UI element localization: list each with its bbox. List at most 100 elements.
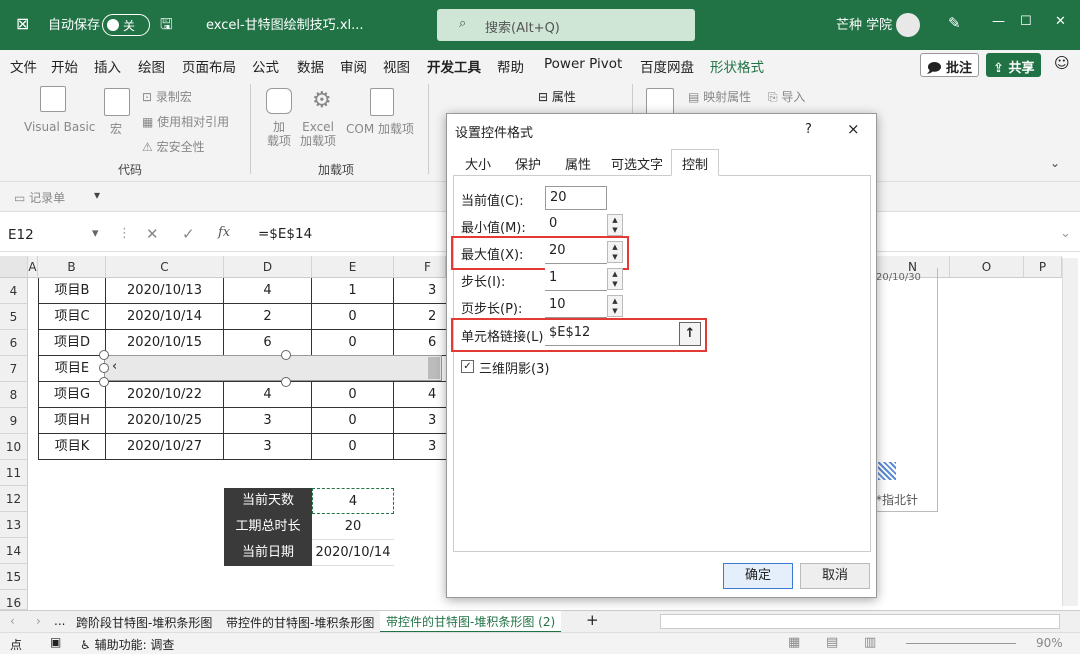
col-header-o[interactable]: O	[950, 256, 1024, 278]
col-header-d[interactable]: D	[224, 256, 312, 278]
menu-view[interactable]: 视图	[383, 56, 410, 76]
menu-draw[interactable]: 绘图	[138, 56, 165, 76]
table-cell-b[interactable]: 项目C	[38, 304, 106, 330]
row-header[interactable]: 16	[0, 590, 28, 610]
page-step-spinner[interactable]: ▲ ▼	[607, 295, 623, 317]
page-break-view-icon[interactable]: ▥	[864, 635, 876, 650]
menu-developer[interactable]: 开发工具	[427, 56, 481, 80]
table-cell-b[interactable]: 项目E	[38, 356, 106, 382]
table-cell-c[interactable]: 2020/10/22	[106, 382, 224, 408]
current-value-input[interactable]: 20	[545, 186, 607, 210]
resize-handle-tl[interactable]	[99, 350, 109, 360]
fx-icon[interactable]: fx	[218, 225, 230, 240]
table-cell-e[interactable]: 0	[312, 330, 394, 356]
macro-button[interactable]: 宏	[110, 120, 122, 137]
tab-alt-text[interactable]: 可选文字	[611, 154, 663, 173]
info-value-current-date[interactable]: 2020/10/14	[312, 540, 394, 566]
menu-baidu[interactable]: 百度网盘	[640, 56, 694, 76]
step-input[interactable]: 1	[545, 267, 607, 291]
table-cell-e[interactable]: 0	[312, 382, 394, 408]
table-cell-e[interactable]: 0	[312, 434, 394, 460]
table-cell-e[interactable]: 1	[312, 278, 394, 304]
row-header[interactable]: 12	[0, 486, 28, 512]
row-header[interactable]: 6	[0, 330, 28, 356]
table-cell-d[interactable]: 6	[224, 330, 312, 356]
row-header[interactable]: 11	[0, 460, 28, 486]
import-button[interactable]: ⎘ 导入	[768, 88, 805, 105]
col-header-p[interactable]: P	[1024, 256, 1062, 278]
maximize-button[interactable]: ☐	[1020, 14, 1032, 29]
zoom-level[interactable]: 90%	[1036, 636, 1063, 650]
menu-insert[interactable]: 插入	[94, 56, 121, 76]
scroll-thumb[interactable]	[428, 357, 440, 379]
table-cell-f[interactable]: 3	[394, 434, 446, 460]
relative-ref-button[interactable]: ▦ 使用相对引用	[142, 113, 229, 130]
tab-properties[interactable]: 属性	[565, 154, 591, 173]
customize-qat-icon[interactable]: ▾	[94, 188, 100, 202]
macro-record-icon[interactable]: ▣	[50, 635, 61, 649]
menu-home[interactable]: 开始	[51, 56, 78, 76]
table-cell-f[interactable]: 6	[394, 330, 446, 356]
page-layout-view-icon[interactable]: ▤	[826, 635, 838, 650]
visual-basic-button[interactable]: Visual Basic	[24, 120, 95, 134]
add-sheet-button[interactable]: +	[586, 611, 599, 629]
expand-formula-icon[interactable]: ⌄	[1060, 226, 1071, 241]
close-window-button[interactable]: ✕	[1055, 14, 1066, 29]
sheet-tab-active[interactable]: 带控件的甘特图-堆积条形图 (2)	[380, 611, 562, 633]
col-header-b[interactable]: B	[38, 256, 106, 278]
next-sheet-icon[interactable]: ›	[36, 614, 41, 628]
excel-addins-button[interactable]: Excel 加载项	[300, 120, 336, 148]
formula-input[interactable]: =$E$14	[258, 226, 312, 242]
min-value-input[interactable]: 0	[545, 213, 607, 237]
collapse-ribbon-icon[interactable]: ⌄	[1050, 156, 1060, 170]
row-header[interactable]: 9	[0, 408, 28, 434]
table-cell-c[interactable]: 2020/10/13	[106, 278, 224, 304]
close-dialog-button[interactable]: ×	[847, 120, 860, 138]
table-cell-d[interactable]: 4	[224, 278, 312, 304]
menu-file[interactable]: 文件	[10, 56, 37, 76]
enter-icon[interactable]: ✓	[182, 225, 195, 243]
save-icon[interactable]: 🖫	[160, 14, 173, 39]
table-cell-f[interactable]: 2	[394, 304, 446, 330]
max-value-input[interactable]: 20	[545, 240, 607, 264]
comments-button[interactable]: 🗩 批注	[920, 53, 979, 77]
addins-button[interactable]: 加 载项	[266, 120, 292, 148]
row-header[interactable]: 10	[0, 434, 28, 460]
macro-security-button[interactable]: ⚠ 宏安全性	[142, 138, 205, 155]
page-step-input[interactable]: 10	[545, 294, 607, 318]
horizontal-scrollbar[interactable]	[660, 614, 1060, 629]
zoom-slider[interactable]	[906, 643, 1016, 644]
row-header[interactable]: 5	[0, 304, 28, 330]
tab-control[interactable]: 控制	[671, 149, 720, 176]
menu-help[interactable]: 帮助	[497, 56, 524, 76]
table-cell-b[interactable]: 项目B	[38, 278, 106, 304]
table-cell-f[interactable]: 3	[394, 408, 446, 434]
col-header-c[interactable]: C	[106, 256, 224, 278]
com-addins-button[interactable]: COM 加载项	[346, 120, 414, 137]
more-sheets[interactable]: ...	[54, 614, 65, 628]
menu-review[interactable]: 审阅	[340, 56, 367, 76]
row-header[interactable]: 4	[0, 278, 28, 304]
row-header[interactable]: 14	[0, 538, 28, 564]
row-header[interactable]: 8	[0, 382, 28, 408]
share-button[interactable]: ⇪ 共享	[986, 53, 1042, 77]
scroll-left-arrow-icon[interactable]: ‹	[112, 359, 117, 374]
col-header-f[interactable]: F	[394, 256, 446, 278]
help-button[interactable]: ?	[805, 122, 812, 137]
menu-formulas[interactable]: 公式	[252, 56, 279, 76]
prev-sheet-icon[interactable]: ‹	[10, 614, 15, 628]
table-cell-c[interactable]: 2020/10/25	[106, 408, 224, 434]
resize-handle-b[interactable]	[281, 377, 291, 387]
normal-view-icon[interactable]: ▦	[788, 635, 800, 650]
resize-handle-t[interactable]	[281, 350, 291, 360]
table-cell-b[interactable]: 项目D	[38, 330, 106, 356]
menu-shape-format[interactable]: 形状格式	[710, 56, 764, 76]
collapse-dialog-icon[interactable]: ↑	[679, 322, 701, 346]
col-header-e[interactable]: E	[312, 256, 394, 278]
info-value-current-day[interactable]: 4	[312, 488, 394, 514]
select-all-corner[interactable]	[0, 256, 28, 278]
table-cell-b[interactable]: 项目H	[38, 408, 106, 434]
smiley-icon[interactable]: ☺	[1054, 54, 1070, 72]
info-value-total-duration[interactable]: 20	[312, 514, 394, 540]
table-cell-d[interactable]: 3	[224, 434, 312, 460]
